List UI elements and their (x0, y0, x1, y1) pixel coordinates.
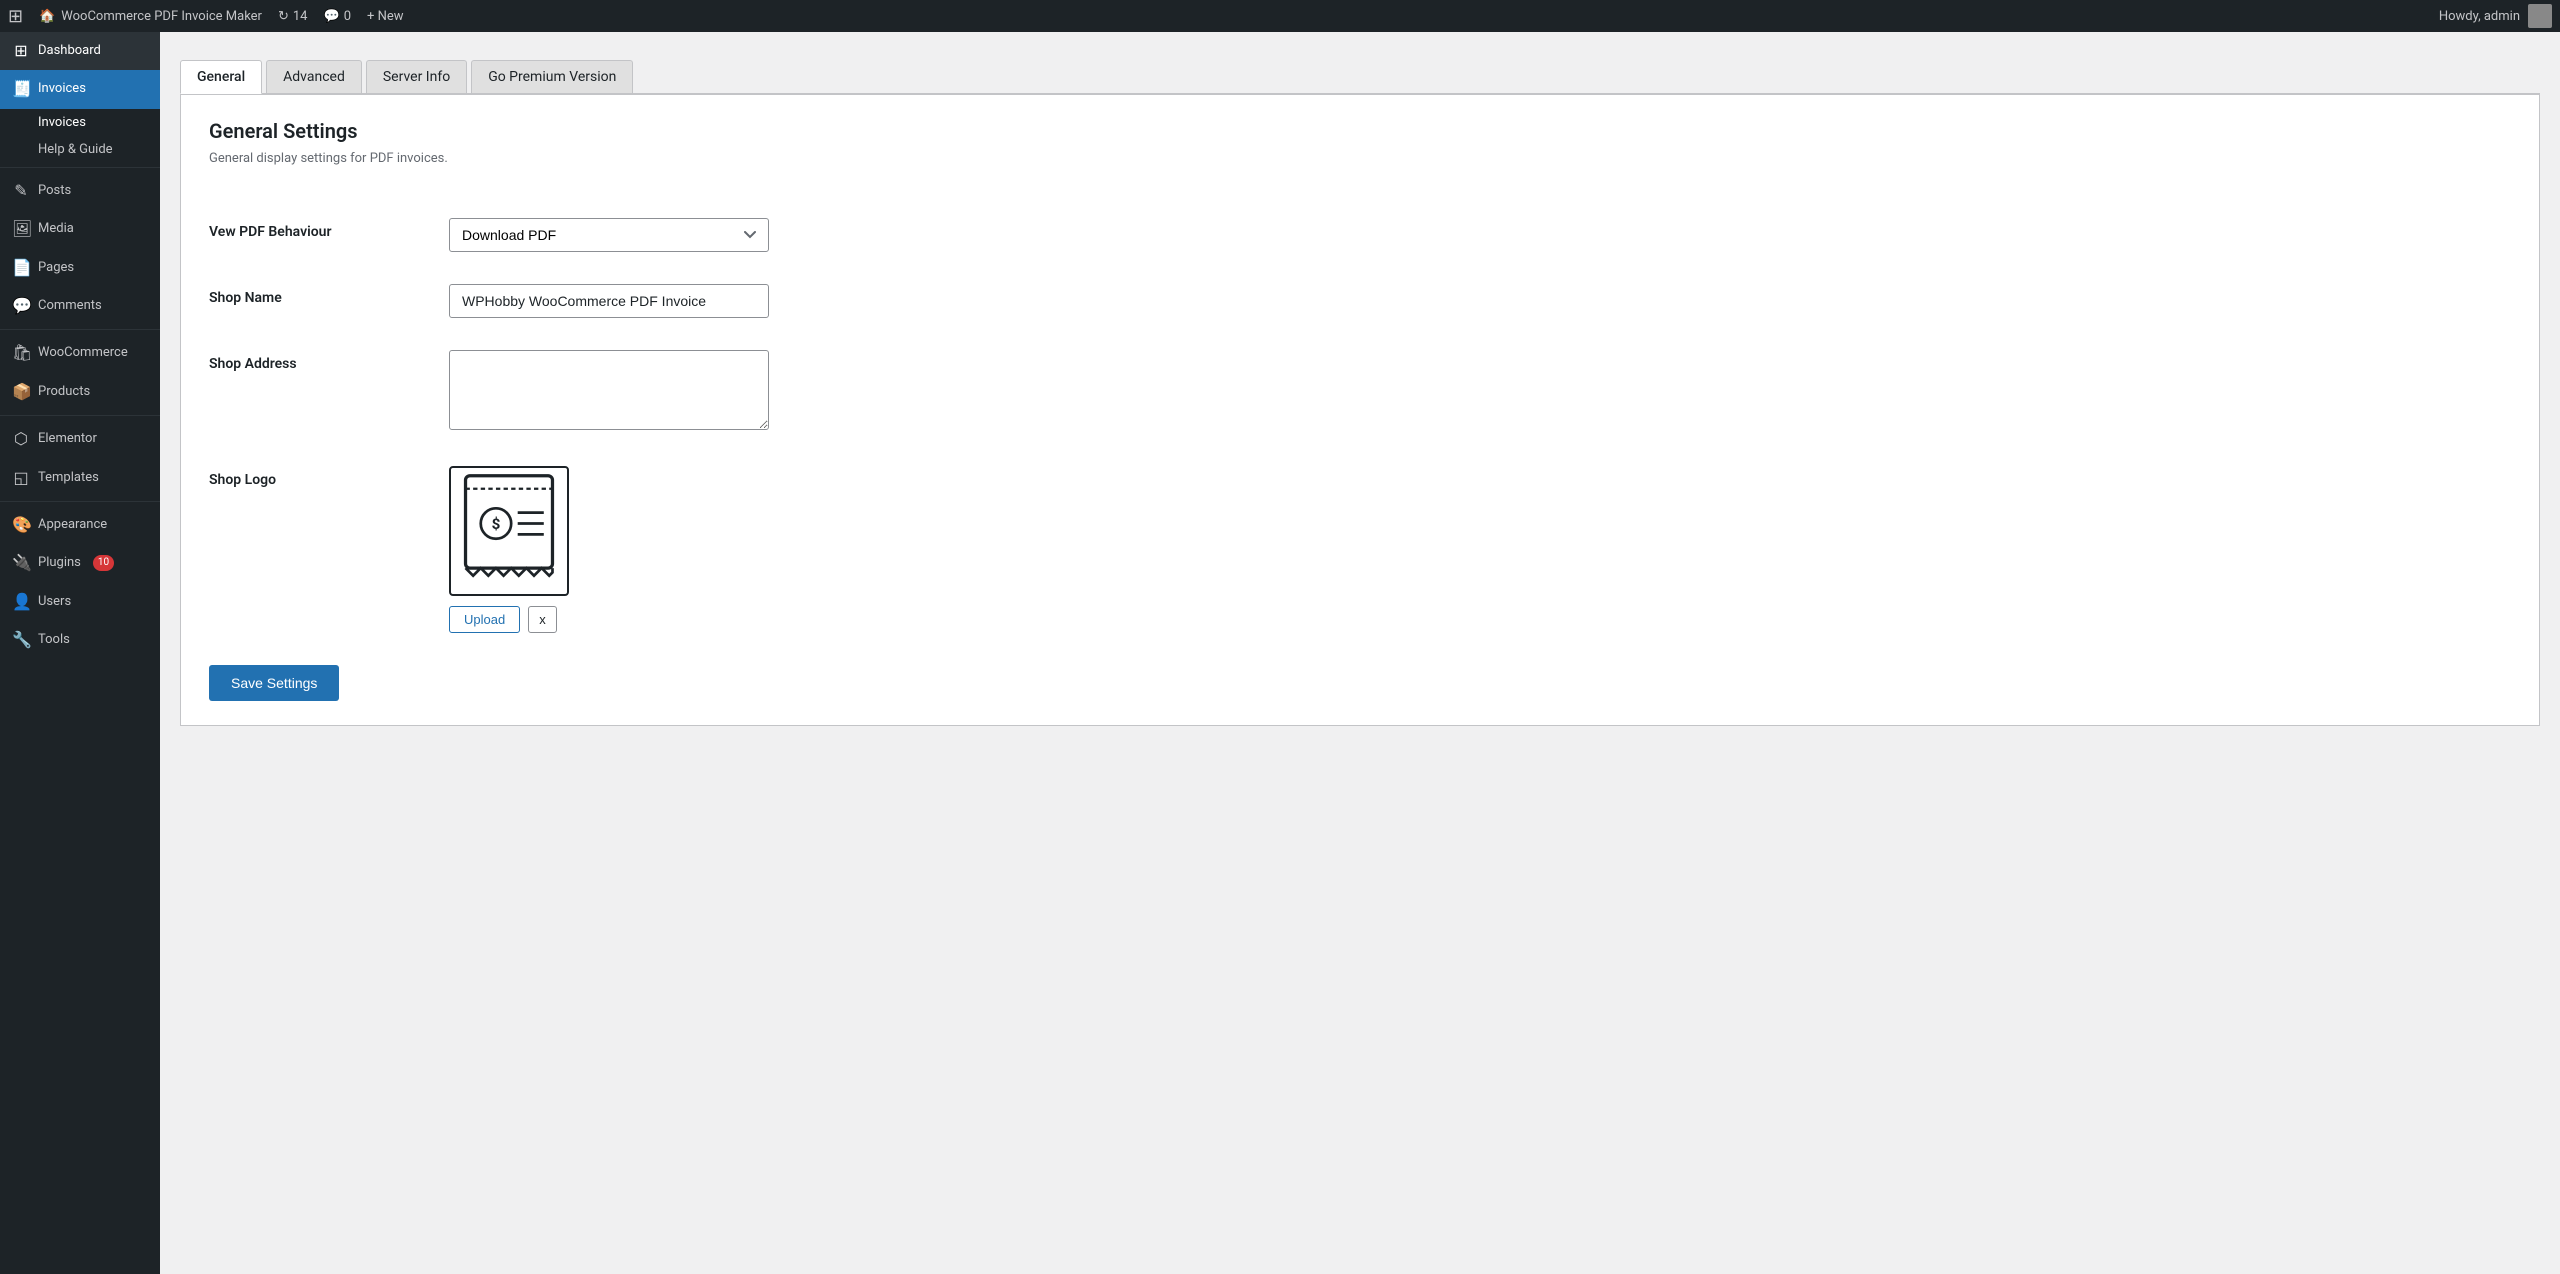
updates-item[interactable]: ↻ 14 (278, 9, 308, 24)
sidebar-item-media[interactable]: 🖼 Media (0, 210, 160, 248)
shop-address-textarea[interactable] (449, 350, 769, 430)
menu-divider (0, 415, 160, 416)
sidebar-item-plugins[interactable]: 🔌 Plugins 10 (0, 544, 160, 582)
sidebar-item-comments[interactable]: 💬 Comments (0, 287, 160, 325)
view-pdf-behaviour-select[interactable]: Download PDF Open in Browser Open in New… (449, 218, 769, 252)
settings-title: General Settings (209, 119, 2511, 143)
save-settings-button[interactable]: Save Settings (209, 665, 339, 701)
sidebar-item-label: Invoices (38, 80, 86, 98)
logo-actions: Upload x (449, 606, 2511, 633)
main-content: General Advanced Server Info Go Premium … (160, 32, 2560, 1274)
sidebar-item-label: Elementor (38, 430, 97, 448)
comments-menu-icon: 💬 (12, 295, 30, 317)
menu-divider (0, 329, 160, 330)
svg-text:$: $ (492, 514, 501, 532)
sidebar-item-label: Media (38, 220, 74, 238)
tools-icon: 🔧 (12, 629, 30, 651)
invoices-icon: 🧾 (12, 78, 30, 100)
pages-icon: 📄 (12, 257, 30, 279)
field-label-view-pdf: Vew PDF Behaviour (209, 210, 449, 260)
sidebar-item-dashboard[interactable]: ⊞ Dashboard (0, 32, 160, 70)
sidebar-item-label: Comments (38, 297, 102, 315)
sidebar-item-pages[interactable]: 📄 Pages (0, 249, 160, 287)
new-item[interactable]: + New (367, 9, 404, 24)
menu-divider (0, 167, 160, 168)
elementor-icon: ⬡ (12, 428, 30, 450)
field-cell-shop-logo: $ (449, 458, 2511, 641)
sidebar-item-label: Appearance (38, 516, 107, 534)
sidebar: ⊞ Dashboard 🧾 Invoices Invoices Help & G… (0, 32, 160, 1274)
site-name[interactable]: 🏠 WooCommerce PDF Invoice Maker (39, 9, 262, 24)
table-row: Vew PDF Behaviour Download PDF Open in B… (209, 210, 2511, 260)
templates-icon: ◱ (12, 467, 30, 489)
settings-wrap: General Advanced Server Info Go Premium … (180, 52, 2540, 726)
dashboard-icon: ⊞ (12, 40, 30, 62)
sidebar-item-posts[interactable]: ✎ Posts (0, 172, 160, 210)
products-icon: 📦 (12, 381, 30, 403)
sidebar-item-label: Users (38, 593, 71, 611)
media-icon: 🖼 (12, 218, 30, 240)
tab-server-info[interactable]: Server Info (366, 60, 467, 93)
sidebar-item-label: Products (38, 383, 90, 401)
table-row: Shop Address (209, 342, 2511, 442)
posts-icon: ✎ (12, 180, 30, 202)
field-label-shop-logo: Shop Logo (209, 458, 449, 641)
settings-description: General display settings for PDF invoice… (209, 151, 2511, 166)
avatar[interactable] (2528, 4, 2552, 28)
tab-go-premium[interactable]: Go Premium Version (471, 60, 633, 93)
sidebar-item-products[interactable]: 📦 Products (0, 373, 160, 411)
sidebar-item-label: Tools (38, 631, 70, 649)
sidebar-item-woocommerce[interactable]: 🛍 WooCommerce (0, 334, 160, 372)
plugins-icon: 🔌 (12, 552, 30, 574)
logo-preview: $ (449, 466, 569, 596)
appearance-icon: 🎨 (12, 514, 30, 536)
field-cell-shop-name (449, 276, 2511, 326)
wp-logo-icon[interactable]: ⊞ (8, 6, 23, 27)
woocommerce-icon: 🛍 (12, 342, 30, 364)
adminbar-right: Howdy, admin (2439, 4, 2552, 28)
home-icon: 🏠 (39, 9, 55, 24)
sidebar-item-appearance[interactable]: 🎨 Appearance (0, 506, 160, 544)
plugins-badge: 10 (93, 555, 114, 571)
sidebar-item-invoices[interactable]: 🧾 Invoices (0, 70, 160, 108)
remove-logo-button[interactable]: x (528, 606, 557, 633)
user-greeting: Howdy, admin (2439, 9, 2520, 24)
table-row: Shop Name (209, 276, 2511, 326)
invoice-image: $ (454, 467, 564, 596)
sidebar-item-label: WooCommerce (38, 344, 128, 362)
sidebar-item-label: Templates (38, 469, 99, 487)
comments-icon: 💬 (324, 9, 340, 24)
sidebar-item-label: Dashboard (38, 42, 101, 60)
updates-icon: ↻ (278, 9, 289, 24)
field-label-shop-name: Shop Name (209, 276, 449, 326)
users-icon: 👤 (12, 591, 30, 613)
sidebar-item-users[interactable]: 👤 Users (0, 583, 160, 621)
table-row: Shop Logo (209, 458, 2511, 641)
sidebar-subitem-invoices[interactable]: Invoices (0, 109, 160, 136)
upload-button[interactable]: Upload (449, 606, 520, 633)
field-cell-view-pdf: Download PDF Open in Browser Open in New… (449, 210, 2511, 260)
sidebar-item-tools[interactable]: 🔧 Tools (0, 621, 160, 659)
sidebar-item-label: Pages (38, 259, 74, 277)
tab-advanced[interactable]: Advanced (266, 60, 362, 93)
sidebar-item-label: Plugins (38, 554, 81, 572)
sidebar-item-label: Posts (38, 182, 71, 200)
tab-general[interactable]: General (180, 60, 262, 94)
sidebar-item-elementor[interactable]: ⬡ Elementor (0, 420, 160, 458)
tab-navigation: General Advanced Server Info Go Premium … (180, 52, 2540, 94)
sidebar-subitem-help-guide[interactable]: Help & Guide (0, 136, 160, 163)
field-label-shop-address: Shop Address (209, 342, 449, 442)
admin-bar: ⊞ 🏠 WooCommerce PDF Invoice Maker ↻ 14 💬… (0, 0, 2560, 32)
shop-name-input[interactable] (449, 284, 769, 318)
comments-item[interactable]: 💬 0 (324, 9, 352, 24)
field-cell-shop-address (449, 342, 2511, 442)
menu-divider (0, 501, 160, 502)
sidebar-item-templates[interactable]: ◱ Templates (0, 459, 160, 497)
settings-form: Vew PDF Behaviour Download PDF Open in B… (209, 194, 2511, 657)
settings-card: General Settings General display setting… (180, 94, 2540, 726)
